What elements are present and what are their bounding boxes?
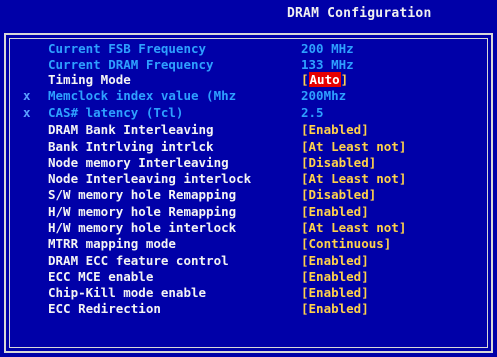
setting-value[interactable]: [Disabled] [301, 155, 376, 170]
setting-label: ECC Redirection [48, 301, 161, 316]
setting-value-selected[interactable]: [Auto] [301, 72, 348, 87]
setting-label: Current DRAM Frequency [48, 57, 214, 72]
setting-value[interactable]: [Enabled] [301, 253, 369, 268]
setting-label: Bank Intrlving intrlck [48, 139, 214, 154]
setting-value[interactable]: [At Least not] [301, 220, 406, 235]
setting-label: MTRR mapping mode [48, 236, 176, 251]
setting-value: 2.5 [301, 105, 324, 120]
setting-value[interactable]: [Enabled] [301, 204, 369, 219]
setting-label: Timing Mode [48, 72, 131, 87]
setting-value[interactable]: [Enabled] [301, 122, 369, 137]
setting-label: H/W memory hole Remapping [48, 204, 237, 219]
disabled-marker: x [23, 88, 31, 103]
setting-label: DRAM Bank Interleaving [48, 122, 214, 137]
setting-label: CAS# latency (Tcl) [48, 105, 184, 120]
bracket-open: [ [301, 72, 309, 87]
setting-value: 200Mhz [301, 88, 347, 103]
setting-value[interactable]: [Continuous] [301, 236, 391, 251]
setting-label: Chip-Kill mode enable [48, 285, 207, 300]
setting-value[interactable]: [At Least not] [301, 139, 406, 154]
title-bar: DRAM Configuration [0, 0, 497, 29]
page-title: DRAM Configuration [287, 6, 432, 21]
setting-label: S/W memory hole Remapping [48, 187, 237, 202]
selected-value-highlight[interactable]: Auto [308, 72, 341, 87]
setting-label: DRAM ECC feature control [48, 253, 229, 268]
setting-label: Node Interleaving interlock [48, 171, 252, 186]
setting-value: 133 MHz [301, 57, 354, 72]
setting-label: Node memory Interleaving [48, 155, 229, 170]
setting-label: Memclock index value (Mhz [48, 88, 237, 103]
setting-value[interactable]: [Enabled] [301, 269, 369, 284]
setting-label: H/W memory hole interlock [48, 220, 237, 235]
setting-value[interactable]: [Enabled] [301, 285, 369, 300]
bios-screen: DRAM Configuration Current FSB Frequency… [0, 0, 497, 357]
setting-value: 200 MHz [301, 41, 354, 56]
setting-value[interactable]: [At Least not] [301, 171, 406, 186]
setting-label: ECC MCE enable [48, 269, 154, 284]
bracket-close: ] [340, 72, 349, 87]
setting-value[interactable]: [Disabled] [301, 187, 376, 202]
setting-value[interactable]: [Enabled] [301, 301, 369, 316]
setting-label: Current FSB Frequency [48, 41, 207, 56]
disabled-marker: x [23, 105, 31, 120]
